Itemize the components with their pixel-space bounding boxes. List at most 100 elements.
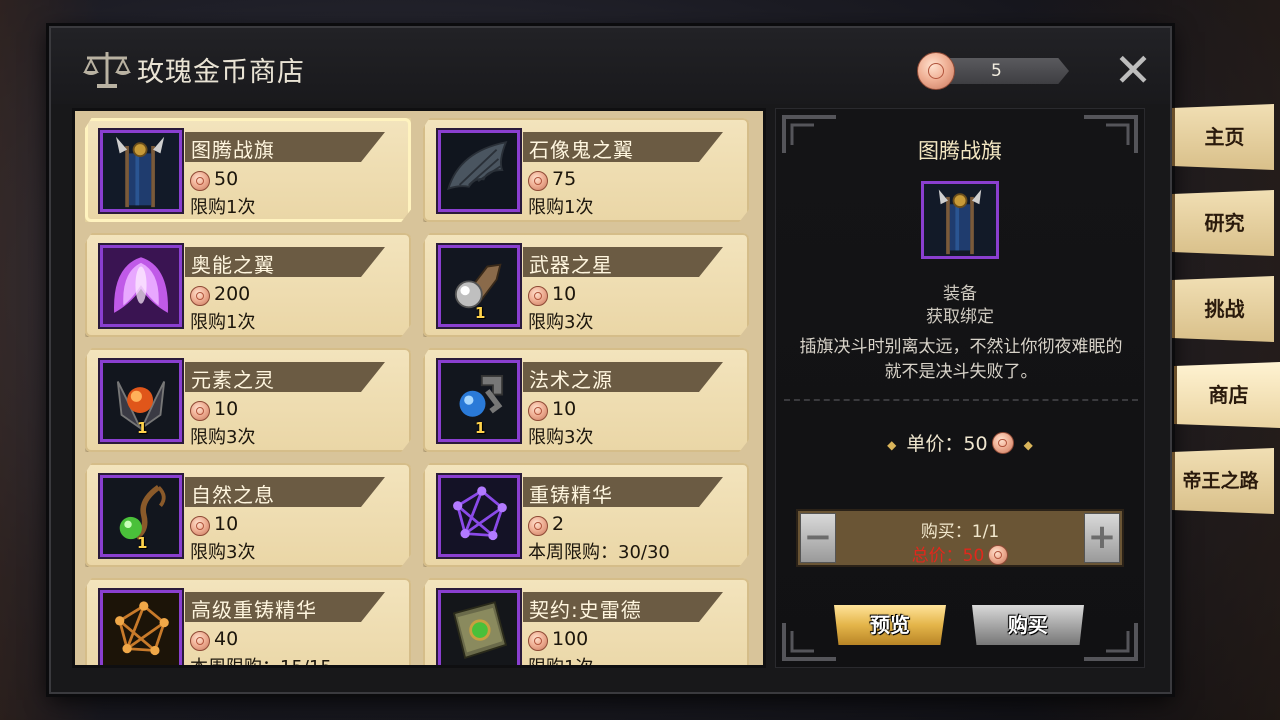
item-quantity: 1 xyxy=(475,419,486,437)
detail-description: 插旗决斗时别离太远，不然让你彻夜难眠的就不是决斗失败了。 xyxy=(799,337,1123,382)
shop-item-card[interactable]: 1 法术之源 10 限购3次 xyxy=(423,348,749,452)
item-purchase-limit: 限购3次 xyxy=(528,312,594,333)
item-purchase-limit: 本周限购：30/30 xyxy=(528,542,670,563)
item-list[interactable]: 图腾战旗 50 限购1次 石像鬼之翼 75 限购1次 奥能之翼 200 限购1次 1 武器之星 10 限… xyxy=(72,108,766,668)
side-tab[interactable]: 主页 xyxy=(1172,104,1274,170)
item-detail-panel: 图腾战旗 装备 获取绑定 插旗决斗时别离太远，不然让你彻夜难眠的就不是决斗失败了… xyxy=(775,108,1145,668)
reforge-essence-icon xyxy=(438,475,520,557)
item-name: 法术之源 xyxy=(529,368,613,392)
item-price: 50 xyxy=(214,168,239,190)
rose-coin-icon xyxy=(190,401,210,421)
item-price: 10 xyxy=(552,283,577,305)
item-purchase-limit: 限购1次 xyxy=(190,312,256,333)
item-purchase-limit: 限购1次 xyxy=(528,197,594,218)
shop-item-card[interactable]: 契约:史雷德 100 限购1次 xyxy=(423,578,749,668)
detail-item-type: 装备 xyxy=(943,284,977,304)
item-purchase-limit: 限购3次 xyxy=(190,427,256,448)
item-price: 200 xyxy=(214,283,251,305)
rose-coin-icon xyxy=(190,171,210,191)
item-name: 石像鬼之翼 xyxy=(529,138,634,162)
rose-coin-icon xyxy=(991,432,1014,454)
item-purchase-limit: 本周限购：15/15 xyxy=(190,657,332,668)
shop-item-card[interactable]: 石像鬼之翼 75 限购1次 xyxy=(423,118,749,222)
corner-ornament-icon xyxy=(1084,623,1138,661)
side-tab[interactable]: 商店 xyxy=(1174,362,1280,428)
rose-coin-icon xyxy=(190,631,210,651)
buy-count: 购买：1/1 xyxy=(920,522,1000,542)
item-name: 奥能之翼 xyxy=(191,253,275,277)
detail-bind-status: 获取绑定 xyxy=(926,307,994,327)
item-name: 元素之灵 xyxy=(191,368,275,392)
detail-item-name: 图腾战旗 xyxy=(918,139,1002,163)
item-name: 高级重铸精华 xyxy=(191,598,317,622)
currency-amount: 5 xyxy=(991,61,1002,81)
buy-button[interactable]: 购买 xyxy=(972,605,1084,645)
item-purchase-limit: 限购1次 xyxy=(528,657,594,668)
rose-coin-icon xyxy=(528,171,548,191)
element-spirit-icon: 1 xyxy=(100,360,182,442)
corner-ornament-icon xyxy=(782,623,836,661)
increase-quantity-button[interactable]: + xyxy=(1084,513,1120,563)
title-bar: 玫瑰金币商店 5 ✕ xyxy=(51,28,1170,104)
item-purchase-limit: 限购3次 xyxy=(528,427,594,448)
item-price: 75 xyxy=(552,168,577,190)
advanced-reforge-essence-icon xyxy=(100,590,182,665)
item-price: 100 xyxy=(552,628,589,650)
contract-book-icon xyxy=(438,590,520,665)
rose-coin-icon xyxy=(190,516,210,536)
shop-title: 玫瑰金币商店 xyxy=(137,57,305,88)
diamond-icon: ◆ xyxy=(1023,437,1033,452)
scales-icon xyxy=(83,52,131,88)
arcane-wings-icon xyxy=(100,245,182,327)
item-quantity: 1 xyxy=(137,419,148,437)
close-button[interactable]: ✕ xyxy=(1113,47,1153,93)
item-price: 40 xyxy=(214,628,239,650)
rose-coin-icon xyxy=(917,52,955,90)
unit-price-value: 50 xyxy=(963,433,988,455)
unit-price-label: 单价： xyxy=(906,433,964,455)
gargoyle-wing-icon xyxy=(438,130,520,212)
shop-item-card[interactable]: 重铸精华 2 本周限购：30/30 xyxy=(423,463,749,567)
rose-coin-icon xyxy=(528,401,548,421)
preview-button[interactable]: 预览 xyxy=(834,605,946,645)
item-price: 2 xyxy=(552,513,565,535)
total-price-row: 总价：50 xyxy=(798,541,1122,566)
item-price: 10 xyxy=(552,398,577,420)
divider xyxy=(784,399,1138,401)
shop-item-card[interactable]: 1 自然之息 10 限购3次 xyxy=(85,463,411,567)
item-price: 10 xyxy=(214,513,239,535)
item-name: 契约:史雷德 xyxy=(529,598,642,622)
rose-coin-icon xyxy=(190,286,210,306)
rose-coin-icon xyxy=(528,516,548,536)
item-grid: 图腾战旗 50 限购1次 石像鬼之翼 75 限购1次 奥能之翼 200 限购1次 1 武器之星 10 限… xyxy=(80,116,760,668)
side-tab[interactable]: 挑战 xyxy=(1172,276,1274,342)
rose-coin-icon xyxy=(528,286,548,306)
item-quantity: 1 xyxy=(475,304,486,322)
currency-bar xyxy=(935,58,1069,84)
shop-item-card[interactable]: 奥能之翼 200 限购1次 xyxy=(85,233,411,337)
quantity-selector: − 购买：1/1 总价：50 + xyxy=(796,509,1124,567)
weapon-star-icon: 1 xyxy=(438,245,520,327)
spell-source-icon: 1 xyxy=(438,360,520,442)
item-quantity: 1 xyxy=(137,534,148,552)
item-name: 自然之息 xyxy=(191,483,275,507)
totem-banner-icon xyxy=(921,181,999,259)
item-purchase-limit: 限购3次 xyxy=(190,542,256,563)
rose-coin-icon xyxy=(528,631,548,651)
totem-banner-icon xyxy=(100,130,182,212)
item-name: 图腾战旗 xyxy=(191,138,275,162)
shop-item-card[interactable]: 1 元素之灵 10 限购3次 xyxy=(85,348,411,452)
shop-item-card[interactable]: 1 武器之星 10 限购3次 xyxy=(423,233,749,337)
shop-item-card[interactable]: 高级重铸精华 40 本周限购：15/15 xyxy=(85,578,411,668)
diamond-icon: ◆ xyxy=(887,437,897,452)
side-tab[interactable]: 研究 xyxy=(1172,190,1274,256)
shop-item-card[interactable]: 图腾战旗 50 限购1次 xyxy=(85,118,411,222)
item-price: 10 xyxy=(214,398,239,420)
item-name: 武器之星 xyxy=(529,253,613,277)
unit-price-row: ◆ 单价：50 ◆ xyxy=(776,429,1144,456)
item-purchase-limit: 限购1次 xyxy=(190,197,256,218)
shop-window: 玫瑰金币商店 5 ✕ 图腾战旗 50 限购1次 石像鬼之翼 75 限购1次 奥能之翼 200 限… xyxy=(49,26,1172,694)
rose-coin-icon xyxy=(988,545,1009,565)
side-tab[interactable]: 帝王之路 xyxy=(1172,448,1274,514)
total-price-value: 50 xyxy=(962,546,985,566)
